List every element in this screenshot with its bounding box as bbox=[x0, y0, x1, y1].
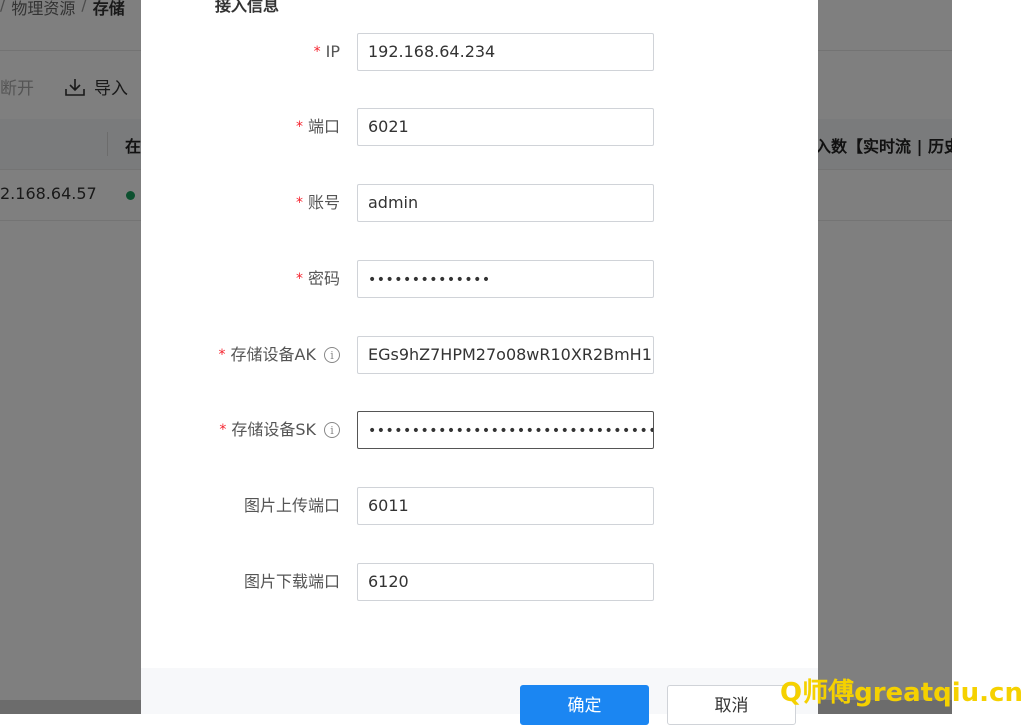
field-label: * 账号 bbox=[296, 184, 340, 222]
form-row: * 存储设备SK i ••••••••••••••••••••••••••••••••… bbox=[141, 411, 818, 449]
field-label-text: 账号 bbox=[307, 193, 340, 212]
required-mark: * bbox=[295, 271, 303, 287]
field-label-text: 图片下载端口 bbox=[243, 572, 340, 591]
field-label-text: IP bbox=[325, 42, 340, 61]
field-value: EGs9hZ7HPM27o08wR10XR2BmH1 bbox=[368, 345, 652, 364]
field-value: 6120 bbox=[368, 572, 409, 591]
field-label: * IP bbox=[314, 33, 340, 71]
field-input[interactable]: admin bbox=[357, 184, 654, 222]
form-row: * 端口 6021 bbox=[141, 108, 818, 146]
field-value: 6011 bbox=[368, 496, 409, 515]
field-label: 图片上传端口 bbox=[244, 487, 340, 525]
field-input[interactable]: •••••••••••••••••••••••••••••••••••••• bbox=[357, 411, 654, 449]
info-icon[interactable]: i bbox=[324, 422, 340, 438]
form-row: * 账号 admin bbox=[141, 184, 818, 222]
field-label: 图片下载端口 bbox=[244, 563, 340, 601]
form-row: * 存储设备AK i EGs9hZ7HPM27o08wR10XR2BmH1 bbox=[141, 336, 818, 374]
field-value: •••••••••••••• bbox=[368, 272, 491, 288]
field-label: * 存储设备AK i bbox=[219, 336, 340, 374]
field-input[interactable]: 6120 bbox=[357, 563, 654, 601]
form-row: 图片下载端口 6120 bbox=[141, 563, 818, 601]
field-label: * 端口 bbox=[296, 108, 340, 146]
field-value: 6021 bbox=[368, 117, 409, 136]
field-label: * 存储设备SK i bbox=[219, 411, 340, 449]
form-row: 图片上传端口 6011 bbox=[141, 487, 818, 525]
form-row: * IP 192.168.64.234 bbox=[141, 33, 818, 71]
confirm-button[interactable]: 确定 bbox=[520, 685, 649, 725]
field-input[interactable]: 192.168.64.234 bbox=[357, 33, 654, 71]
field-value: admin bbox=[368, 193, 419, 212]
field-label-text: 存储设备AK bbox=[230, 345, 316, 364]
form-row: * 密码 •••••••••••••• bbox=[141, 260, 818, 298]
field-value: •••••••••••••••••••••••••••••••••••••• bbox=[368, 423, 654, 439]
field-input[interactable]: 6011 bbox=[357, 487, 654, 525]
field-label-text: 密码 bbox=[307, 269, 340, 288]
required-mark: * bbox=[219, 422, 227, 438]
required-mark: * bbox=[295, 195, 303, 211]
required-mark: * bbox=[313, 44, 321, 60]
field-value: 192.168.64.234 bbox=[368, 42, 496, 61]
field-input[interactable]: EGs9hZ7HPM27o08wR10XR2BmH1 bbox=[357, 336, 654, 374]
cancel-button[interactable]: 取消 bbox=[667, 685, 796, 725]
info-icon[interactable]: i bbox=[324, 347, 340, 363]
watermark-text: Q师傅greatqiu.cn bbox=[780, 678, 1023, 708]
required-mark: * bbox=[218, 347, 226, 363]
field-label-text: 存储设备SK bbox=[231, 420, 316, 439]
section-title: 接入信息 bbox=[215, 0, 280, 15]
field-label-text: 图片上传端口 bbox=[243, 496, 340, 515]
access-info-dialog: 接入信息 * IP 192.168.64.234 * 端口 6021 * 账号 admin * 密码… bbox=[141, 0, 818, 725]
field-input[interactable]: •••••••••••••• bbox=[357, 260, 654, 298]
field-label-text: 端口 bbox=[307, 117, 340, 136]
field-label: * 密码 bbox=[296, 260, 340, 298]
field-input[interactable]: 6021 bbox=[357, 108, 654, 146]
required-mark: * bbox=[295, 119, 303, 135]
